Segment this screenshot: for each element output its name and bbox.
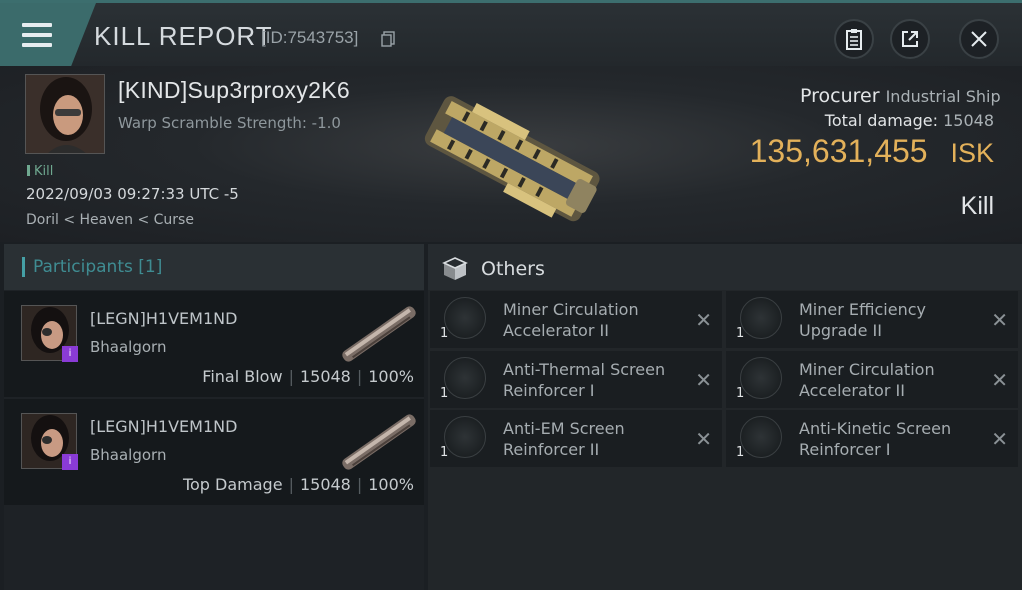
item-name: Miner Efficiency Upgrade II bbox=[799, 300, 926, 340]
others-header[interactable]: Others bbox=[428, 244, 1022, 290]
security-badge: i bbox=[62, 454, 78, 470]
list-item[interactable]: 1 Miner Circulation Accelerator II ✕ bbox=[430, 291, 722, 348]
participant-percent: 100% bbox=[368, 367, 414, 386]
stat-separator: | bbox=[356, 475, 363, 494]
participants-count: [1] bbox=[138, 257, 163, 277]
victim-section: [KIND]Sup3rproxy2K6 Warp Scramble Streng… bbox=[0, 66, 1022, 242]
participant-ship[interactable]: Bhaalgorn bbox=[90, 446, 166, 464]
participant-percent: 100% bbox=[368, 475, 414, 494]
shield-rig-icon bbox=[740, 416, 782, 458]
participants-header[interactable]: Participants [1] bbox=[4, 244, 424, 290]
participant-stats: Final Blow | 15048 | 100% bbox=[202, 367, 414, 386]
list-item[interactable]: 1 Miner Circulation Accelerator II ✕ bbox=[726, 351, 1018, 408]
item-quantity: 1 bbox=[440, 326, 449, 341]
total-damage-label: Total damage: bbox=[824, 111, 938, 130]
kill-location[interactable]: Doril < Heaven < Curse bbox=[26, 212, 194, 228]
participants-header-bar bbox=[22, 257, 25, 277]
list-item[interactable]: 1 Anti-Thermal Screen Reinforcer I ✕ bbox=[430, 351, 722, 408]
item-name: Anti-Thermal Screen Reinforcer I bbox=[503, 360, 666, 400]
shield-rig-icon bbox=[444, 357, 486, 399]
victim-name[interactable]: [KIND]Sup3rproxy2K6 bbox=[118, 77, 350, 104]
close-button[interactable] bbox=[959, 19, 999, 59]
destroyed-icon: ✕ bbox=[695, 308, 712, 332]
participant-name[interactable]: [LEGN]H1VEM1ND bbox=[90, 417, 237, 436]
kill-tag-marker bbox=[27, 165, 30, 176]
weapon-icon[interactable] bbox=[334, 301, 424, 367]
destroyed-icon: ✕ bbox=[991, 368, 1008, 392]
isk-amount: 135,631,455 bbox=[749, 133, 928, 169]
ship-name[interactable]: Procurer bbox=[800, 85, 880, 107]
title-bar: KILL REPORT [ID:7543753] bbox=[0, 0, 1022, 69]
participant-row[interactable]: i [LEGN]H1VEM1ND Bhaalgorn Top Damage | 15… bbox=[4, 399, 424, 505]
cargo-box-icon bbox=[442, 257, 468, 280]
item-quantity: 1 bbox=[736, 386, 745, 401]
external-link-icon bbox=[902, 31, 918, 47]
participant-damage: 15048 bbox=[299, 475, 351, 494]
destroyed-icon: ✕ bbox=[695, 427, 712, 451]
destroyed-icon: ✕ bbox=[695, 368, 712, 392]
list-item[interactable]: 1 Miner Efficiency Upgrade II ✕ bbox=[726, 291, 1018, 348]
participants-title: Participants [1] bbox=[33, 257, 162, 277]
shield-rig-icon bbox=[444, 416, 486, 458]
close-icon bbox=[971, 31, 987, 47]
page-title: KILL REPORT bbox=[94, 21, 273, 51]
item-name: Anti-Kinetic Screen Reinforcer I bbox=[799, 419, 952, 459]
total-damage: Total damage: 15048 bbox=[780, 111, 994, 130]
clipboard-icon bbox=[846, 29, 862, 50]
kill-date: 2022/09/03 09:27:33 UTC -5 bbox=[26, 185, 239, 203]
item-name: Miner Circulation Accelerator II bbox=[503, 300, 639, 340]
participant-damage: 15048 bbox=[299, 367, 351, 386]
hamburger-icon bbox=[22, 23, 52, 47]
mining-upgrade-icon bbox=[740, 297, 782, 339]
victim-avatar bbox=[26, 75, 104, 153]
others-title: Others bbox=[481, 258, 545, 280]
stat-separator: | bbox=[356, 367, 363, 386]
kill-tag-label: Kill bbox=[34, 164, 54, 179]
list-item[interactable]: 1 Anti-EM Screen Reinforcer II ✕ bbox=[430, 410, 722, 467]
menu-button[interactable] bbox=[0, 3, 96, 69]
security-badge: i bbox=[62, 346, 78, 362]
participant-ship[interactable]: Bhaalgorn bbox=[90, 338, 166, 356]
ship-info: Procurer Industrial Ship bbox=[800, 85, 1001, 107]
ship-class: Industrial Ship bbox=[885, 87, 1001, 106]
isk-unit: ISK bbox=[950, 138, 994, 168]
ship-image[interactable] bbox=[410, 86, 615, 231]
copy-icon[interactable] bbox=[381, 31, 395, 47]
participant-row[interactable]: i [LEGN]H1VEM1ND Bhaalgorn Final Blow | 15… bbox=[4, 291, 424, 397]
list-item[interactable]: 1 Anti-Kinetic Screen Reinforcer I ✕ bbox=[726, 410, 1018, 467]
item-quantity: 1 bbox=[736, 445, 745, 460]
weapon-icon[interactable] bbox=[334, 409, 424, 475]
stat-separator: | bbox=[288, 367, 294, 386]
kill-id: [ID:7543753] bbox=[261, 28, 359, 47]
share-button[interactable] bbox=[890, 19, 930, 59]
participant-name[interactable]: [LEGN]H1VEM1ND bbox=[90, 309, 237, 328]
destroyed-icon: ✕ bbox=[991, 427, 1008, 451]
clipboard-button[interactable] bbox=[834, 19, 874, 59]
stat-separator: | bbox=[288, 475, 294, 494]
item-name: Anti-EM Screen Reinforcer II bbox=[503, 419, 625, 459]
kill-type: Kill bbox=[960, 192, 994, 220]
destroyed-icon: ✕ bbox=[991, 308, 1008, 332]
item-name: Miner Circulation Accelerator II bbox=[799, 360, 935, 400]
participant-stats: Top Damage | 15048 | 100% bbox=[183, 475, 414, 494]
participants-panel: Participants [1] i [LEGN]H1VEM1ND Bhaalg… bbox=[4, 244, 424, 590]
mining-upgrade-icon bbox=[444, 297, 486, 339]
isk-value: 135,631,455 ISK bbox=[700, 133, 994, 170]
others-panel: Others 1 Miner Circulation Accelerator I… bbox=[428, 244, 1022, 590]
total-damage-value: 15048 bbox=[943, 111, 994, 130]
warp-scramble-strength: Warp Scramble Strength: -1.0 bbox=[118, 114, 341, 132]
participant-role: Final Blow bbox=[202, 367, 283, 386]
item-quantity: 1 bbox=[440, 386, 449, 401]
kill-tag: Kill bbox=[27, 164, 53, 179]
item-quantity: 1 bbox=[736, 326, 745, 341]
participant-role: Top Damage bbox=[182, 475, 283, 494]
item-quantity: 1 bbox=[440, 445, 449, 460]
victim-portrait[interactable] bbox=[25, 74, 105, 154]
mining-upgrade-icon bbox=[740, 357, 782, 399]
participants-title-text: Participants bbox=[33, 257, 133, 277]
